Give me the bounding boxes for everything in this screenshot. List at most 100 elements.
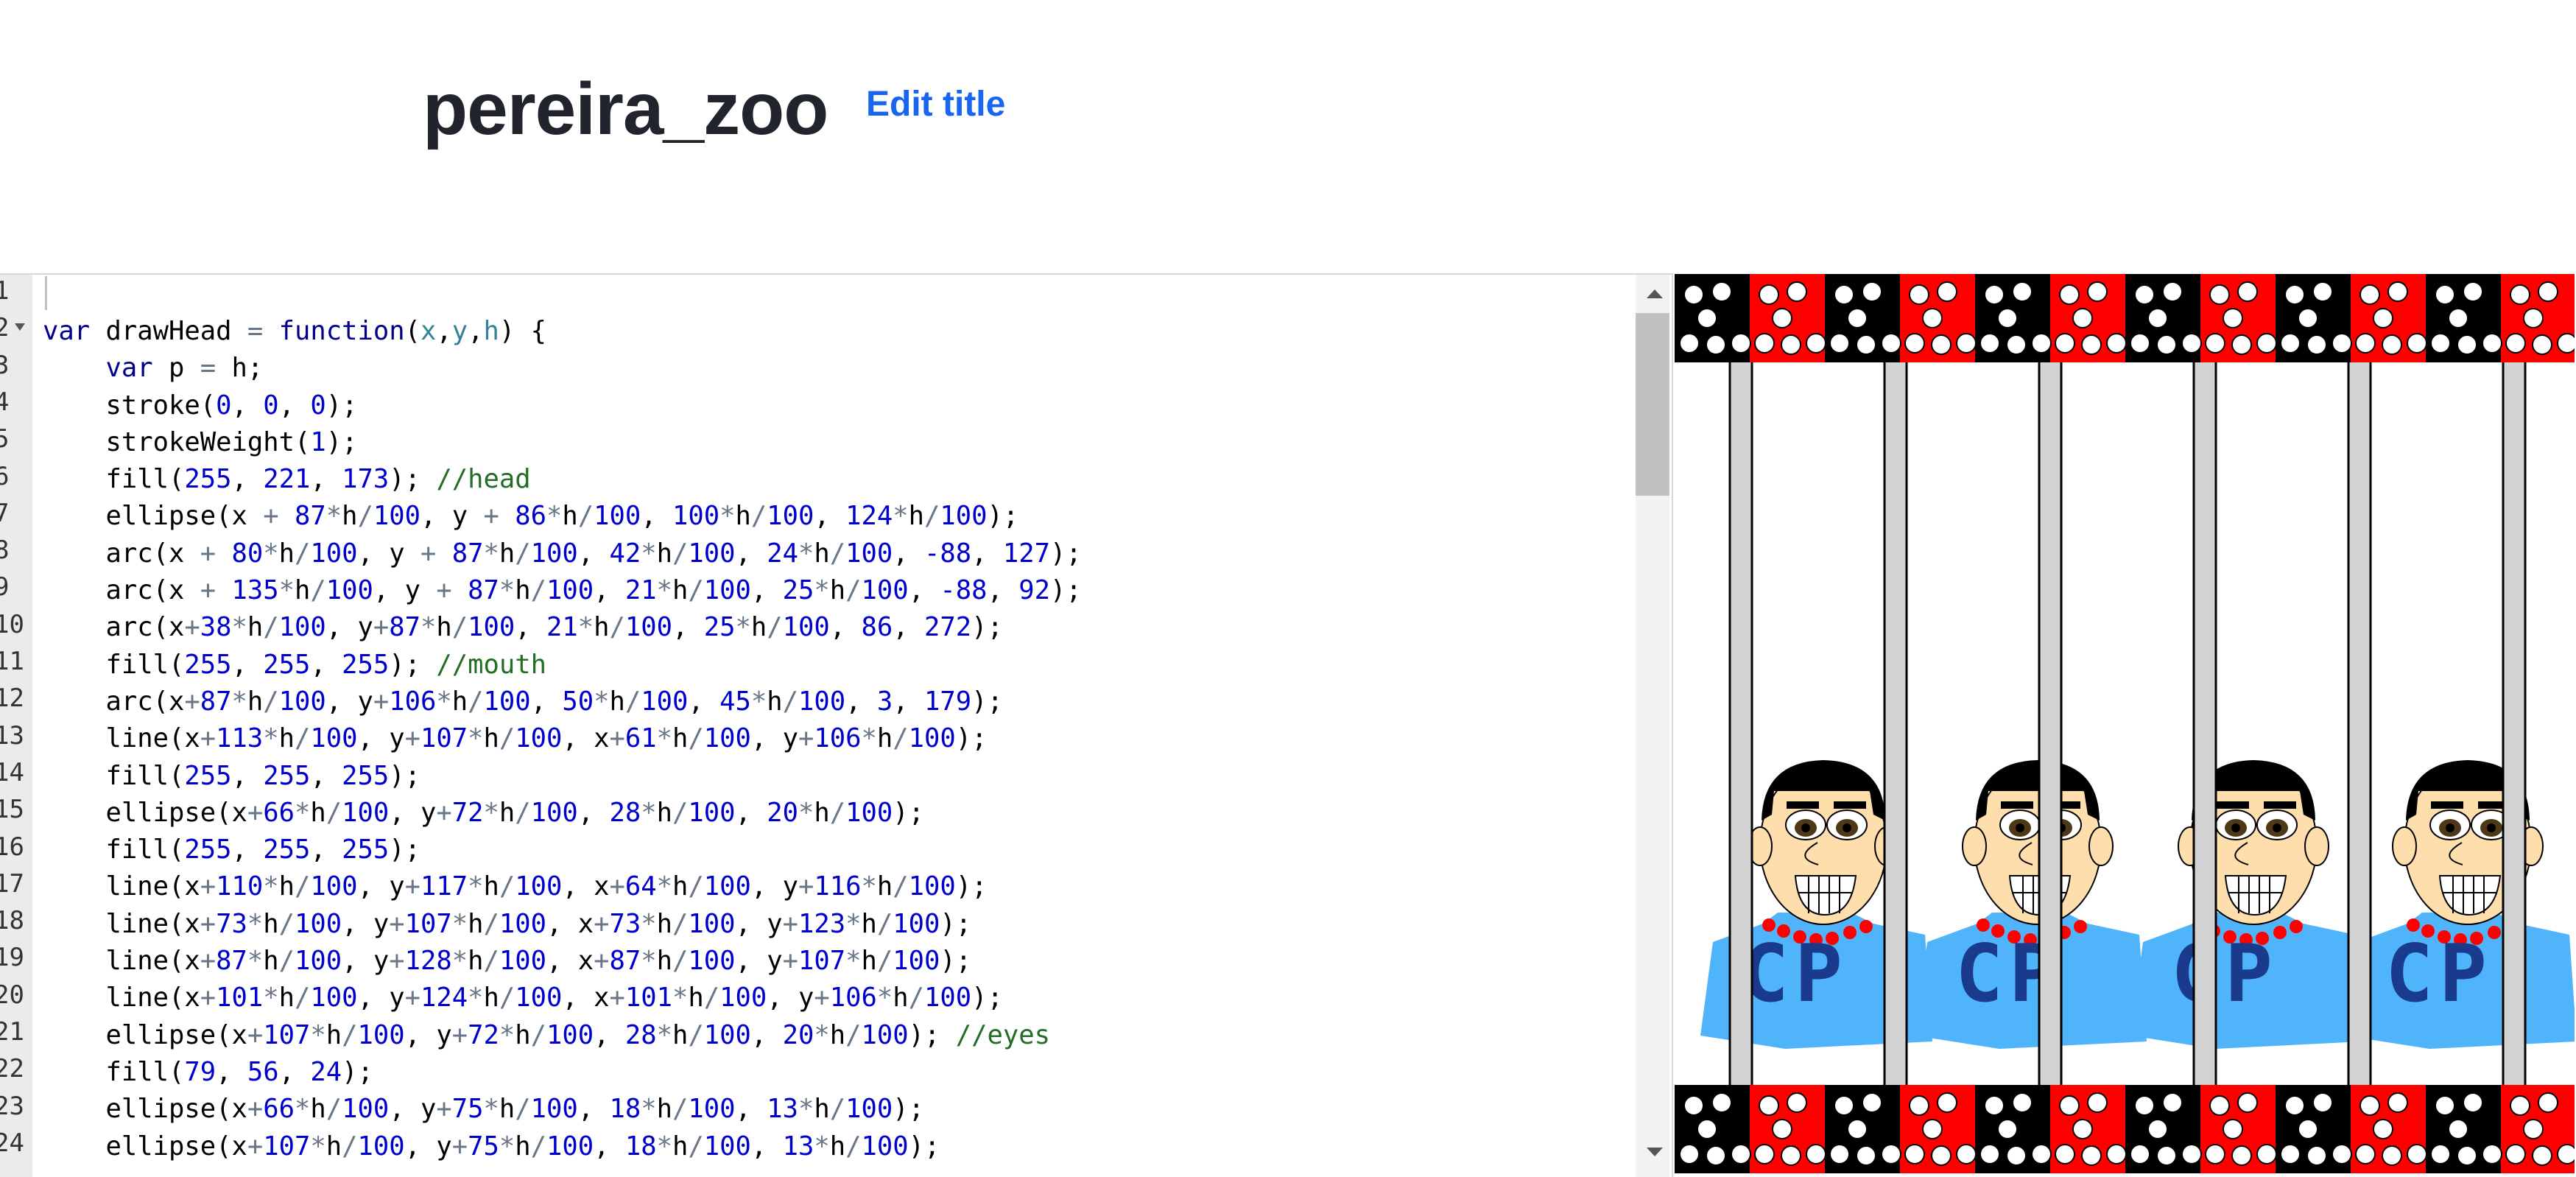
scroll-thumb[interactable] [1636, 313, 1669, 496]
code-line[interactable]: fill(255, 255, 255); //mouth [43, 647, 1082, 684]
scroll-up-icon[interactable] [1647, 289, 1663, 298]
top-border-dot [2130, 333, 2150, 354]
bottom-border-dot [2130, 1144, 2150, 1164]
top-border-dot [1909, 284, 1929, 305]
line-number: 11 [0, 647, 24, 676]
code-line[interactable]: fill(79, 56, 24); [43, 1054, 1082, 1091]
top-border-dot [2332, 333, 2352, 354]
bottom-border-dot [2280, 1144, 2301, 1164]
eyebrow-left [2431, 801, 2463, 809]
code-line[interactable]: line(x+73*h/100, y+107*h/100, x+73*h/100… [43, 906, 1082, 943]
line-number: 12 [0, 684, 24, 714]
top-border-dot [1829, 333, 1850, 354]
bottom-border-dot [1856, 1145, 1876, 1166]
top-border-dot [1679, 333, 1700, 354]
edit-title-link[interactable]: Edit title [866, 82, 1005, 127]
pupil-dot-left [1801, 823, 1810, 832]
code-line[interactable]: var drawHead = function(x,y,h) { [43, 313, 1082, 350]
line-number: 13 [0, 720, 24, 751]
top-border-dot [2505, 333, 2526, 354]
top-border-dot [1697, 308, 1717, 328]
scroll-down-icon[interactable] [1647, 1148, 1663, 1156]
code-line[interactable]: ellipse(x + 87*h/100, y + 86*h/100, 100*… [43, 498, 1082, 535]
line-number-gutter: 123456789101112131415161718192021222324 [0, 275, 32, 1177]
bottom-border-dot [2306, 1145, 2327, 1166]
bottom-border-dot [2482, 1144, 2502, 1164]
pupil-dot-left [2016, 823, 2024, 832]
top-border-dot [1922, 308, 1943, 328]
code-line[interactable]: fill(255, 255, 255); [43, 832, 1082, 868]
bottom-border-dot [2181, 1144, 2202, 1164]
code-line[interactable]: fill(255, 221, 173); //head [43, 461, 1082, 498]
bottom-border-dot [2081, 1145, 2102, 1166]
top-border-dot [1997, 308, 2018, 328]
bottom-border-dot [2510, 1095, 2530, 1116]
cage-bar [1728, 357, 1753, 1091]
code-editor[interactable]: 123456789101112131415161718192021222324 … [0, 273, 1673, 1177]
program-output-canvas[interactable]: CP CP CP CP [1675, 274, 2575, 1173]
top-border-dot [1706, 334, 1726, 355]
top-border-dot [2106, 333, 2127, 354]
top-border-dot [2430, 333, 2451, 354]
line-number: 9 [0, 569, 9, 605]
code-line[interactable]: ellipse(x+66*h/100, y+72*h/100, 28*h/100… [43, 795, 1082, 832]
bottom-border-dot [2312, 1092, 2333, 1113]
top-border-dot [2134, 284, 2155, 305]
necklace-bead [2290, 920, 2303, 933]
bottom-border-dot [1834, 1095, 1854, 1116]
code-line[interactable]: arc(x+87*h/100, y+106*h/100, 50*h/100, 4… [43, 684, 1082, 720]
cage-bar [2347, 357, 2372, 1091]
line-number: 7 [0, 495, 9, 532]
code-line[interactable]: line(x+101*h/100, y+124*h/100, x+101*h/1… [43, 980, 1082, 1016]
code-line[interactable]: ellipse(x+107*h/100, y+72*h/100, 28*h/10… [43, 1017, 1082, 1054]
code-line[interactable]: stroke(0, 0, 0); [43, 387, 1082, 424]
top-border-dot [2382, 334, 2402, 355]
code-line[interactable]: line(x+113*h/100, y+107*h/100, x+61*h/10… [43, 720, 1082, 757]
ear-right [2304, 826, 2329, 866]
code-line[interactable]: strokeWeight(1); [43, 424, 1082, 461]
bottom-border-dot [2087, 1092, 2108, 1113]
code-line[interactable]: var p = h; [43, 350, 1082, 387]
ear-left [1962, 826, 1987, 866]
code-line[interactable]: fill(255, 255, 255); [43, 758, 1082, 795]
eyebrow-right [2264, 801, 2296, 809]
top-border-dot [2156, 334, 2177, 355]
code-line[interactable]: arc(x + 80*h/100, y + 87*h/100, 42*h/100… [43, 535, 1081, 572]
top-border-dot [1904, 333, 1925, 354]
bottom-border-dot [2147, 1119, 2168, 1139]
top-border-dot [2355, 333, 2376, 354]
line-number: 23 [0, 1091, 24, 1121]
top-border-dot [2237, 281, 2258, 302]
code-line[interactable]: ellipse(x+107*h/100, y+75*h/100, 18*h/10… [43, 1128, 1082, 1165]
bottom-border-dot [1781, 1145, 1801, 1166]
bottom-border-dot [2557, 1144, 2575, 1164]
code-line[interactable]: arc(x+38*h/100, y+87*h/100, 21*h/100, 25… [43, 609, 1082, 646]
bottom-border-dot [2237, 1092, 2258, 1113]
bottom-border-dot [1697, 1119, 1717, 1139]
pupil-dot-right [1843, 823, 1851, 832]
code-line[interactable]: arc(x + 135*h/100, y + 87*h/100, 21*h/10… [43, 572, 1081, 609]
editor-scrollbar[interactable] [1636, 275, 1669, 1177]
top-border-dot [2087, 281, 2108, 302]
bottom-border-dot [2359, 1095, 2380, 1116]
bottom-border-dot [1683, 1095, 1704, 1116]
bottom-border-dot [2523, 1119, 2544, 1139]
line-number: 14 [0, 757, 24, 787]
code-line[interactable]: ellipse(x+66*h/100, y+75*h/100, 18*h/100… [43, 1091, 1082, 1128]
top-border-dot [2284, 284, 2305, 305]
top-border-dot [2359, 284, 2380, 305]
top-border-dot [2231, 334, 2252, 355]
code-content[interactable]: var drawHead = function(x,y,h) { var p =… [43, 313, 1082, 1165]
line-number: 24 [0, 1128, 24, 1158]
top-border-dot [2006, 334, 2027, 355]
bottom-border-dot [1984, 1095, 2005, 1116]
bottom-border-dot [2031, 1144, 2052, 1164]
line-number: 3 [0, 347, 9, 384]
eyebrow-right [1834, 801, 1866, 809]
bottom-border-dot [2012, 1092, 2033, 1113]
code-line[interactable]: line(x+87*h/100, y+128*h/100, x+87*h/100… [43, 943, 1082, 980]
fold-arrow-icon[interactable] [15, 323, 25, 331]
bottom-border-dot [2538, 1092, 2558, 1113]
code-line[interactable]: line(x+110*h/100, y+117*h/100, x+64*h/10… [43, 868, 1082, 905]
top-border-dot [2312, 281, 2333, 302]
